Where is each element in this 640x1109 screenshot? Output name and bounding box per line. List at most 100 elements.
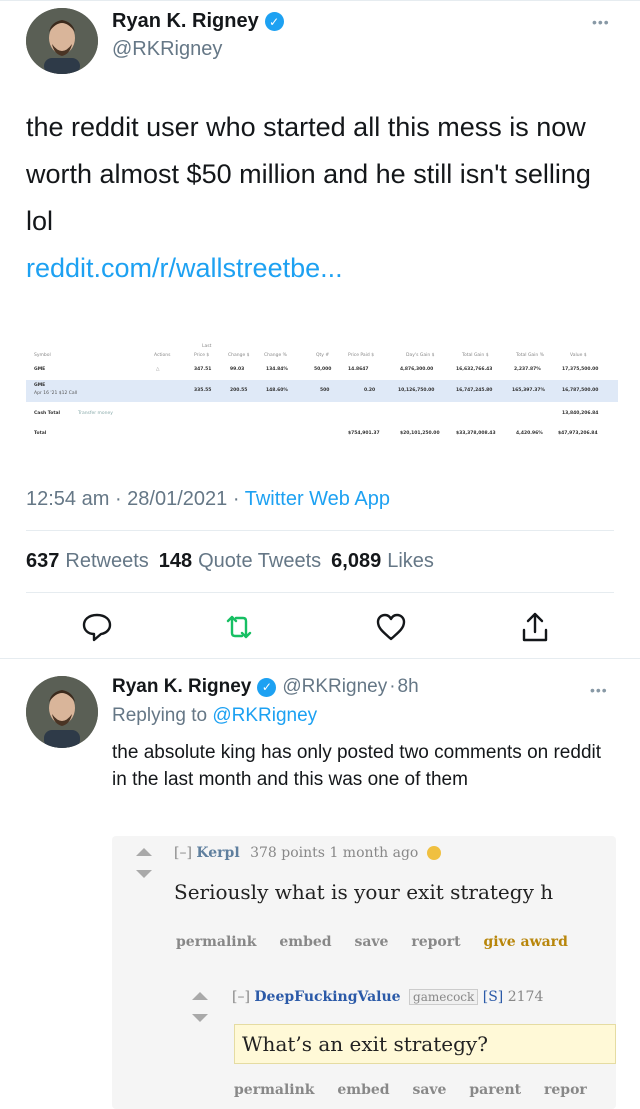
share-icon[interactable]: [518, 610, 552, 644]
sheet-cell: 99.03: [230, 367, 245, 372]
sheet-header: Change %: [264, 353, 287, 358]
quotes-count: 148: [158, 550, 193, 572]
sheet-row[interactable]: Cash Total Transfer money 13,840,206.84: [26, 408, 618, 421]
meta-separator: ·: [114, 488, 128, 510]
user-flair: gamecock: [409, 989, 479, 1005]
sheet-cell: 500: [320, 388, 330, 393]
likes-label: Likes: [387, 550, 434, 572]
more-options-icon[interactable]: •••: [590, 682, 608, 698]
sheet-row-selected[interactable]: GME Apr 16 '21 $12 Call 335.55 200.55 14…: [26, 380, 618, 402]
collapse-toggle[interactable]: [–]: [232, 989, 250, 1005]
sheet-header: Total Gain $: [462, 353, 489, 358]
top-divider: [0, 0, 640, 1]
parent-link[interactable]: parent: [469, 1082, 521, 1098]
reply-age[interactable]: 8h: [398, 676, 419, 698]
reply-icon[interactable]: [80, 610, 114, 644]
comment-author[interactable]: DeepFuckingValue: [254, 989, 400, 1005]
sheet-cell: $47,973,206.84: [558, 431, 598, 436]
vote-arrows: [192, 992, 208, 1022]
author-handle[interactable]: @RKRigney: [112, 38, 222, 61]
retweets-stat[interactable]: 637 Retweets: [26, 550, 149, 573]
comment-author[interactable]: Kerpl: [196, 845, 239, 861]
sheet-cell: 200.55: [230, 388, 248, 393]
reply-text: the absolute king has only posted two co…: [112, 742, 602, 790]
author-name[interactable]: Ryan K. Rigney: [112, 10, 259, 33]
transfer-money-link[interactable]: Transfer money: [78, 411, 113, 416]
sheet-cell: 165,397.37%: [512, 388, 545, 393]
reply-author-handle[interactable]: @RKRigney: [282, 676, 387, 698]
sheet-cell: 2,237.87%: [514, 367, 541, 372]
report-link[interactable]: report: [411, 934, 460, 950]
embed-link[interactable]: embed: [279, 934, 331, 950]
give-award-link[interactable]: give award: [483, 934, 567, 950]
tweet-date[interactable]: 28/01/2021: [127, 488, 227, 510]
verified-icon: ✓: [264, 12, 284, 31]
reply-separator: ·: [389, 676, 396, 697]
sheet-symbol: Total: [34, 431, 47, 436]
divider: [26, 530, 614, 531]
sheet-header: Symbol: [34, 353, 51, 358]
tweet-source[interactable]: Twitter Web App: [245, 488, 390, 510]
reply-author-row: Ryan K. Rigney ✓ @RKRigney · 8h: [112, 676, 419, 698]
upvote-icon[interactable]: [136, 848, 152, 856]
retweet-icon[interactable]: [222, 610, 256, 644]
divider: [26, 592, 614, 593]
report-link[interactable]: repor: [544, 1082, 587, 1098]
tweet-meta: 12:54 am · 28/01/2021 · Twitter Web App: [26, 488, 390, 511]
sheet-cell: 17,375,500.00: [562, 367, 599, 372]
sheet-header: Qty #: [316, 353, 330, 358]
sheet-cell: 347.51: [194, 367, 212, 372]
likes-stat[interactable]: 6,089 Likes: [331, 550, 434, 573]
author-avatar[interactable]: [26, 8, 98, 74]
sheet-cell: $754,901.37: [348, 431, 380, 436]
downvote-icon[interactable]: [192, 1014, 208, 1022]
like-icon[interactable]: [374, 610, 408, 644]
downvote-icon[interactable]: [136, 870, 152, 878]
divider: [0, 658, 640, 659]
replying-to-handle[interactable]: @RKRigney: [212, 705, 317, 726]
sheet-cell: 14.8647: [348, 367, 369, 372]
tweet-time[interactable]: 12:54 am: [26, 488, 109, 510]
retweets-count: 637: [26, 550, 60, 572]
sheet-header: Price Paid $: [348, 353, 375, 358]
save-link[interactable]: save: [354, 934, 388, 950]
tweet-actions: [0, 610, 640, 646]
save-link[interactable]: save: [412, 1082, 446, 1098]
sheet-cell: 0.20: [364, 388, 376, 393]
comment-age: 1 month ago: [329, 845, 419, 861]
sheet-cell: $33,378,008.43: [456, 431, 496, 436]
likes-count: 6,089: [331, 550, 382, 572]
portfolio-screenshot[interactable]: Last Symbol Actions Price $ Change $ Cha…: [26, 340, 618, 450]
sheet-header-row: Symbol Actions Price $ Change $ Change %…: [26, 350, 618, 363]
sheet-cell: 16,787,500.00: [562, 388, 599, 393]
collapse-toggle[interactable]: [–]: [174, 845, 192, 861]
sheet-header: Change $: [228, 353, 250, 358]
author-avatar-image: [26, 8, 98, 74]
quote-tweets-stat[interactable]: 148 Quote Tweets: [159, 550, 321, 573]
permalink-link[interactable]: permalink: [234, 1082, 314, 1098]
reply-author-avatar[interactable]: [26, 676, 98, 748]
comment-header: [–] DeepFuckingValue gamecock [S] 2174: [232, 989, 543, 1005]
upvote-icon[interactable]: [192, 992, 208, 1000]
embed-link[interactable]: embed: [337, 1082, 389, 1098]
sheet-symbol: Cash Total: [34, 411, 61, 416]
tweet-link[interactable]: reddit.com/r/wallstreetbe...: [26, 253, 343, 284]
reply-author-name[interactable]: Ryan K. Rigney: [112, 676, 251, 698]
sheet-symbol: GME: [34, 367, 46, 372]
sheet-cell: 4,876,300.00: [400, 367, 434, 372]
sheet-cell: 148.60%: [266, 388, 288, 393]
reply-avatar-image: [26, 676, 98, 748]
sheet-header: Total Gain %: [516, 353, 544, 358]
sheet-cell: 16,747,245.80: [456, 388, 493, 393]
reddit-screenshot[interactable]: [–] Kerpl 378 points 1 month ago Serious…: [112, 836, 616, 1109]
permalink-link[interactable]: permalink: [176, 934, 256, 950]
meta-separator: ·: [232, 488, 245, 510]
submitter-tag: [S]: [482, 989, 504, 1005]
comment-points: 378 points: [250, 845, 325, 861]
more-options-icon[interactable]: •••: [592, 14, 610, 30]
sheet-cell: 134.84%: [266, 367, 288, 372]
sheet-row[interactable]: GME △ 347.51 99.03 134.84% 50,000 14.864…: [26, 364, 618, 377]
tweet-text: the reddit user who started all this mes…: [26, 112, 591, 236]
comment-header: [–] Kerpl 378 points 1 month ago: [174, 845, 441, 861]
sheet-cell: 335.55: [194, 388, 212, 393]
